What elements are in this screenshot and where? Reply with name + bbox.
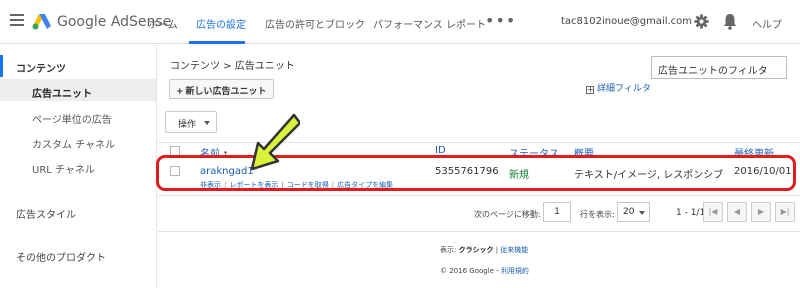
terms-link[interactable]: 利用規約 (501, 267, 529, 275)
chevron-down-icon (204, 121, 210, 125)
breadcrumb: コンテンツ > 広告ユニット (170, 61, 295, 72)
page-range: 1 - 1/1 (676, 208, 706, 218)
bell-icon[interactable] (722, 13, 738, 30)
next-page-button[interactable]: ▶ (751, 202, 771, 222)
new-ad-unit-label: 新しい広告ユニット (185, 87, 267, 97)
nav-performance-report[interactable]: パフォーマンス レポート (373, 16, 486, 31)
gear-icon[interactable] (694, 14, 709, 29)
sidebar-item-custom-channels[interactable]: カスタム チャネル (32, 136, 115, 151)
menu-icon[interactable] (10, 14, 24, 26)
active-tab-indicator (189, 41, 245, 44)
sidebar-item-content[interactable]: コンテンツ (16, 60, 66, 75)
classic-mode: クラシック (458, 246, 494, 254)
old-classic-link[interactable]: 従来機能 (500, 246, 528, 254)
nav-home[interactable]: ホーム (148, 16, 178, 31)
sidebar-item-page-level-ads[interactable]: ページ単位の広告 (32, 111, 112, 126)
pagination-bar: 次のページに移動: 1 行を表示: 20 1 - 1/1 |◀ ◀ ▶ ▶| (158, 195, 800, 231)
copyright-line: © 2016 Google - 利用規約 (440, 267, 529, 275)
chevron-down-icon (639, 211, 645, 215)
sidebar-item-other-products[interactable]: その他のプロダクト (16, 249, 106, 264)
actions-dropdown[interactable]: 操作 (165, 111, 217, 133)
plus-icon: + (176, 87, 184, 97)
sidebar-item-url-channels[interactable]: URL チャネル (32, 161, 95, 176)
footer: 表示: クラシック | 従来機能 © 2016 Google - 利用規約 (158, 231, 800, 288)
goto-page-input[interactable]: 1 (543, 202, 571, 222)
nav-ad-settings[interactable]: 広告の設定 (196, 16, 246, 31)
first-page-button[interactable]: |◀ (703, 202, 723, 222)
new-ad-unit-button[interactable]: + 新しい広告ユニット (169, 79, 274, 99)
sidebar-active-accent (0, 55, 3, 77)
annotation-arrow-icon (250, 113, 300, 171)
expand-icon: + (586, 85, 594, 94)
sidebar-item-ad-styles[interactable]: 広告スタイル (16, 206, 76, 221)
rows-per-page-label: 行を表示: (580, 210, 615, 219)
ad-unit-filter-input[interactable]: 広告ユニットのフィルタ (651, 56, 787, 79)
nav-allow-block[interactable]: 広告の許可とブロック (265, 16, 365, 31)
actions-label: 操作 (178, 120, 197, 130)
advanced-filter-link[interactable]: + 詳細フィルタ (586, 81, 651, 94)
goto-page-label: 次のページに移動: (474, 210, 541, 219)
more-menu-icon[interactable]: ••• (485, 11, 516, 30)
last-page-button[interactable]: ▶| (775, 202, 795, 222)
sidebar-item-ad-units[interactable]: 広告ユニット (32, 85, 92, 100)
adsense-logo-icon (32, 14, 51, 30)
rows-per-page-select[interactable]: 20 (617, 202, 650, 222)
help-link[interactable]: ヘルプ (752, 16, 782, 31)
advanced-filter-label: 詳細フィルタ (597, 84, 651, 94)
display-mode-line: 表示: クラシック | 従来機能 (440, 246, 529, 254)
account-email[interactable]: tac8102inoue@gmail.com (561, 16, 692, 27)
top-bar: Google AdSense ホーム 広告の設定 広告の許可とブロック パフォー… (0, 0, 800, 44)
previous-page-button[interactable]: ◀ (727, 202, 747, 222)
sidebar: コンテンツ 広告ユニット ページ単位の広告 カスタム チャネル URL チャネル… (0, 45, 157, 288)
